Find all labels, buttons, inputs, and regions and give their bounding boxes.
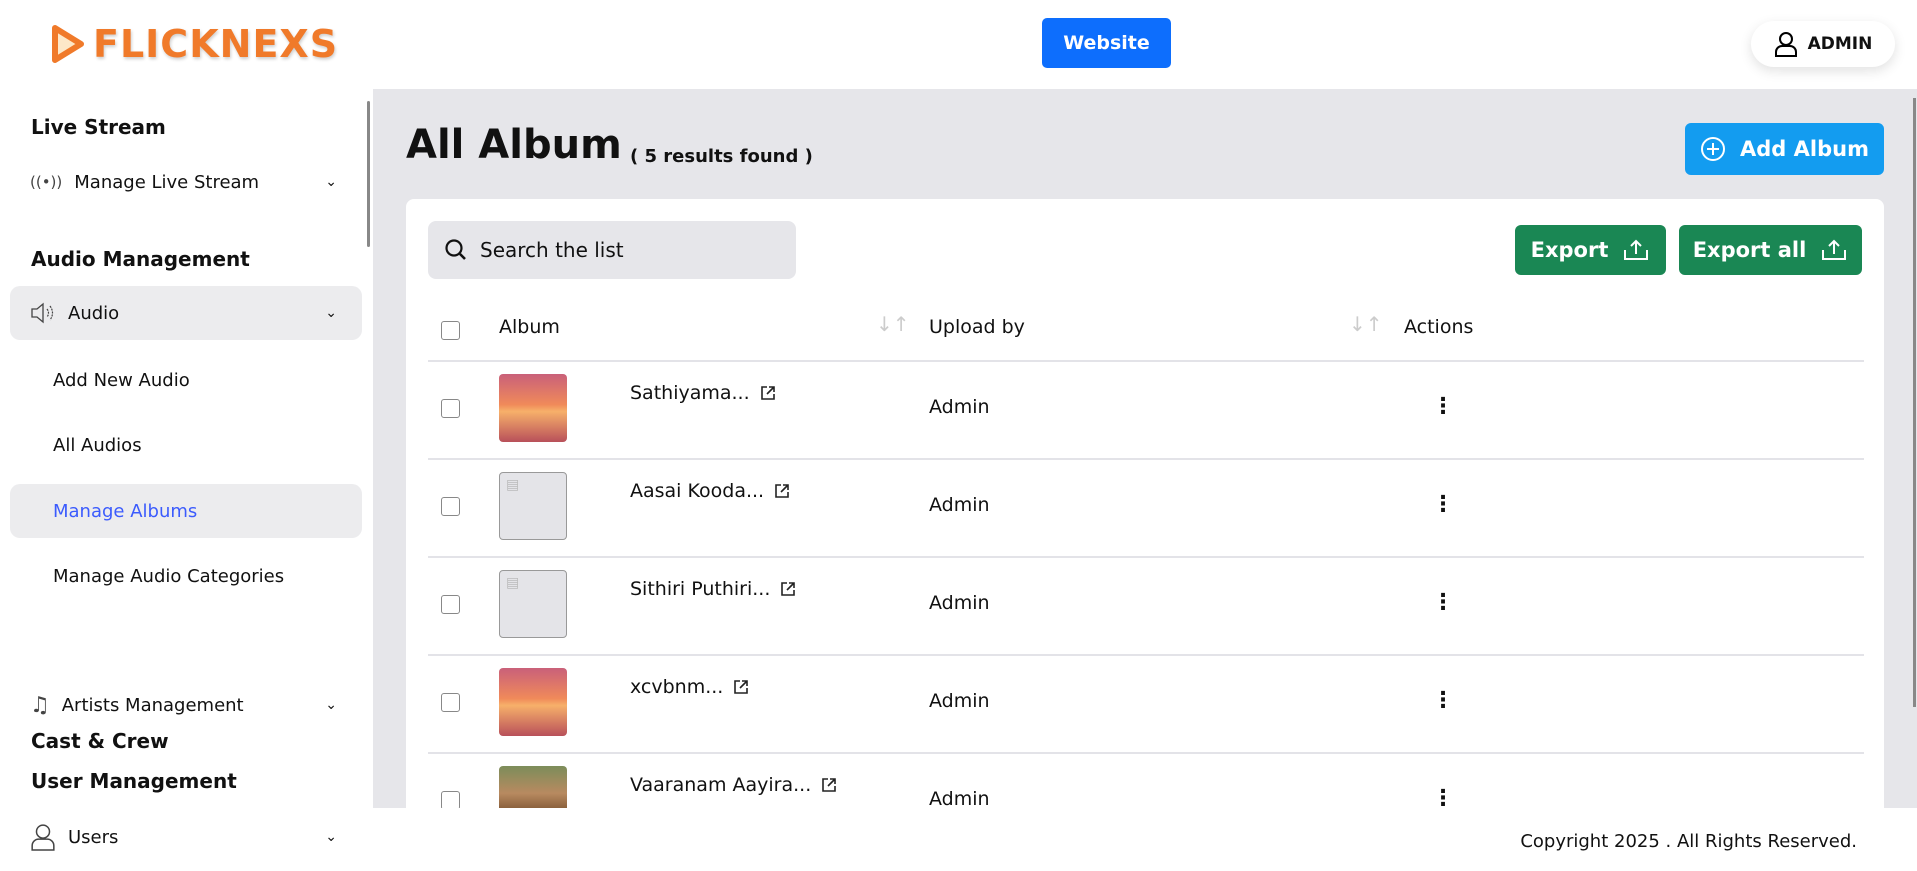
page-title: All Album bbox=[406, 122, 622, 168]
sidebar-heading-audio-management: Audio Management bbox=[31, 247, 250, 271]
external-link-icon[interactable] bbox=[733, 679, 749, 695]
sidebar-item-audio[interactable]: Audio ⌄ bbox=[10, 286, 362, 340]
row-checkbox[interactable] bbox=[441, 693, 460, 712]
upload-icon bbox=[1622, 238, 1650, 262]
top-header: FLICKNEXS Website ADMIN bbox=[0, 0, 1917, 89]
sort-icon[interactable]: ↓↑ bbox=[1349, 312, 1383, 336]
row-checkbox[interactable] bbox=[441, 497, 460, 516]
row-divider bbox=[428, 458, 1864, 460]
album-name: xcvbnm... bbox=[630, 676, 723, 698]
sidebar-subitem-all-audios[interactable]: All Audios bbox=[10, 418, 362, 472]
album-thumbnail: ▤ bbox=[499, 472, 567, 540]
admin-label: ADMIN bbox=[1808, 34, 1873, 54]
admin-menu-button[interactable]: ADMIN bbox=[1751, 21, 1895, 67]
external-link-icon[interactable] bbox=[760, 385, 776, 401]
row-divider bbox=[428, 654, 1864, 656]
website-button[interactable]: Website bbox=[1042, 18, 1171, 68]
column-header-actions: Actions bbox=[1404, 316, 1473, 338]
play-logo-icon bbox=[51, 24, 85, 64]
external-link-icon[interactable] bbox=[821, 777, 837, 793]
export-all-label: Export all bbox=[1693, 238, 1807, 262]
album-name-link[interactable]: Sathiyama... bbox=[630, 382, 776, 404]
column-header-album[interactable]: Album bbox=[499, 316, 560, 338]
upload-by: Admin bbox=[929, 396, 990, 418]
logo-text: FLICKNEXS bbox=[93, 22, 338, 66]
album-name-link[interactable]: xcvbnm... bbox=[630, 676, 749, 698]
logo[interactable]: FLICKNEXS bbox=[51, 20, 338, 68]
add-album-label: Add Album bbox=[1740, 137, 1869, 161]
album-thumbnail bbox=[499, 668, 567, 736]
album-name-link[interactable]: Aasai Kooda... bbox=[630, 480, 790, 502]
chevron-down-icon: ⌄ bbox=[325, 174, 337, 190]
row-divider bbox=[428, 556, 1864, 558]
sidebar-heading-live-stream: Live Stream bbox=[31, 115, 166, 139]
album-name-link[interactable]: Vaaranam Aayira... bbox=[630, 774, 837, 796]
album-thumbnail bbox=[499, 374, 567, 442]
row-checkbox[interactable] bbox=[441, 595, 460, 614]
results-count: ( 5 results found ) bbox=[630, 146, 813, 167]
external-link-icon[interactable] bbox=[774, 483, 790, 499]
sidebar-scrollbar[interactable] bbox=[367, 101, 370, 247]
column-header-upload-by[interactable]: Upload by bbox=[929, 316, 1025, 338]
more-actions-icon[interactable]: ⋮ bbox=[1432, 688, 1448, 713]
sidebar-item-artists-management[interactable]: ♫ Artists Management ⌄ bbox=[10, 678, 362, 732]
row-checkbox[interactable] bbox=[441, 399, 460, 418]
select-all-checkbox[interactable] bbox=[441, 321, 460, 340]
music-note-icon: ♫ bbox=[30, 693, 50, 718]
row-divider bbox=[428, 752, 1864, 754]
upload-by: Admin bbox=[929, 788, 990, 810]
more-actions-icon[interactable]: ⋮ bbox=[1432, 492, 1448, 517]
upload-by: Admin bbox=[929, 592, 990, 614]
chevron-down-icon: ⌄ bbox=[325, 697, 337, 713]
external-link-icon[interactable] bbox=[780, 581, 796, 597]
broadcast-icon: ((•)) bbox=[30, 173, 62, 191]
search-icon bbox=[444, 238, 468, 262]
export-button[interactable]: Export bbox=[1515, 225, 1666, 275]
upload-by: Admin bbox=[929, 494, 990, 516]
album-thumbnail: ▤ bbox=[499, 570, 567, 638]
sidebar-heading-user-management: User Management bbox=[31, 769, 237, 793]
sidebar-item-users[interactable]: Users ⌄ bbox=[10, 810, 362, 864]
sidebar-heading-cast-crew: Cast & Crew bbox=[31, 729, 169, 753]
more-actions-icon[interactable]: ⋮ bbox=[1432, 394, 1448, 419]
sidebar-item-label: Audio bbox=[68, 303, 119, 324]
chevron-down-icon: ⌄ bbox=[325, 829, 337, 845]
chevron-down-icon: ⌄ bbox=[325, 305, 337, 321]
album-name: Aasai Kooda... bbox=[630, 480, 764, 502]
search-input[interactable]: Search the list bbox=[428, 221, 796, 279]
broken-image-icon: ▤ bbox=[506, 575, 519, 591]
export-all-button[interactable]: Export all bbox=[1679, 225, 1862, 275]
user-icon bbox=[1774, 31, 1798, 57]
sort-icon[interactable]: ↓↑ bbox=[876, 312, 910, 336]
search-placeholder: Search the list bbox=[480, 238, 624, 262]
sidebar-item-label: Artists Management bbox=[62, 695, 244, 716]
sidebar-subitem-manage-audio-categories[interactable]: Manage Audio Categories bbox=[10, 549, 362, 603]
sidebar-item-label: Manage Live Stream bbox=[74, 172, 259, 193]
broken-image-icon: ▤ bbox=[506, 477, 519, 493]
album-name: Sithiri Puthiri... bbox=[630, 578, 770, 600]
sidebar-subitem-manage-albums[interactable]: Manage Albums bbox=[10, 484, 362, 538]
plus-circle-icon bbox=[1700, 136, 1726, 162]
copyright-text: Copyright 2025 . All Rights Reserved. bbox=[1520, 831, 1857, 852]
upload-by: Admin bbox=[929, 690, 990, 712]
sidebar-item-label: Users bbox=[68, 827, 118, 848]
divider bbox=[428, 360, 1864, 362]
albums-card bbox=[406, 199, 1884, 819]
export-label: Export bbox=[1531, 238, 1609, 262]
sidebar-subitem-add-new-audio[interactable]: Add New Audio bbox=[10, 353, 362, 407]
sidebar-item-manage-live-stream[interactable]: ((•)) Manage Live Stream ⌄ bbox=[10, 155, 362, 209]
add-album-button[interactable]: Add Album bbox=[1685, 123, 1884, 175]
upload-icon bbox=[1820, 238, 1848, 262]
album-name-link[interactable]: Sithiri Puthiri... bbox=[630, 578, 796, 600]
sidebar: Live Stream ((•)) Manage Live Stream ⌄ A… bbox=[0, 89, 373, 871]
more-actions-icon[interactable]: ⋮ bbox=[1432, 590, 1448, 615]
page-scrollbar[interactable] bbox=[1913, 98, 1916, 707]
speaker-icon bbox=[30, 301, 56, 325]
user-icon bbox=[30, 822, 56, 852]
album-name: Sathiyama... bbox=[630, 382, 750, 404]
album-name: Vaaranam Aayira... bbox=[630, 774, 811, 796]
